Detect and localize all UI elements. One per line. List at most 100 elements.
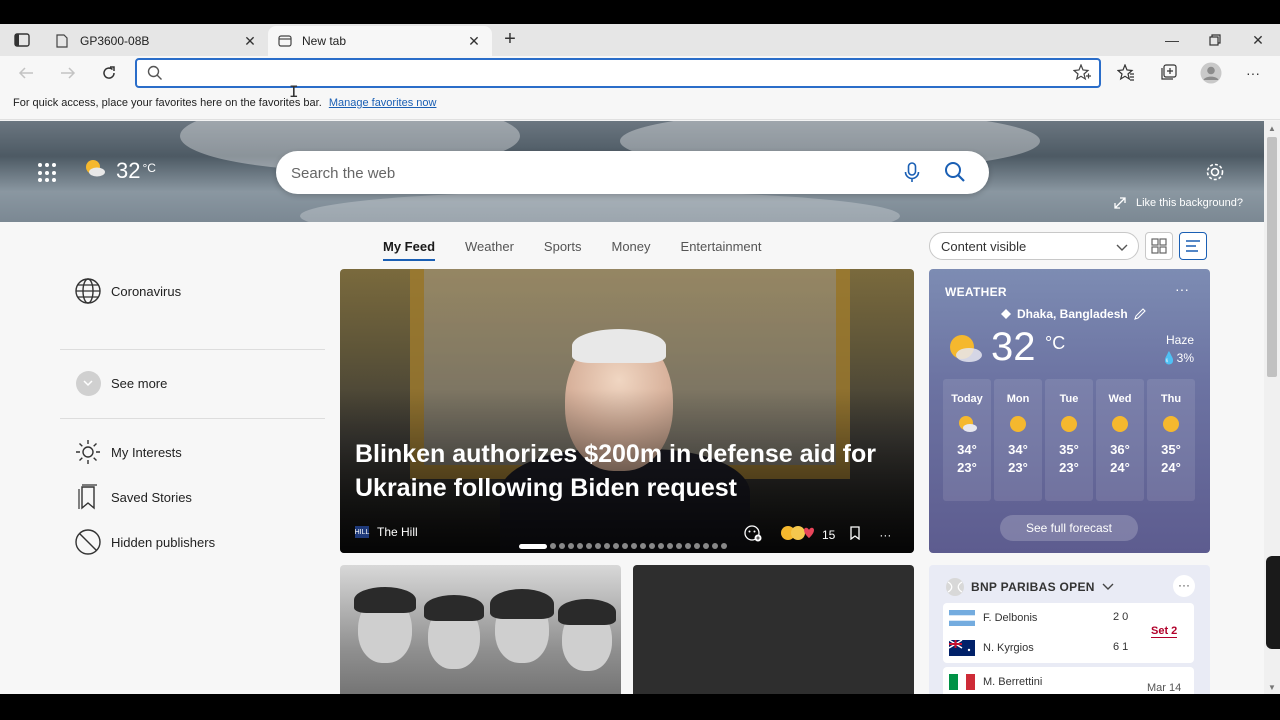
tab-weather[interactable]: Weather: [465, 239, 514, 261]
tab-entertainment[interactable]: Entertainment: [681, 239, 762, 261]
tab-sports[interactable]: Sports: [544, 239, 582, 261]
sidebar-item-hidden-publishers[interactable]: Hidden publishers: [74, 528, 215, 556]
australia-flag-icon: [949, 640, 975, 656]
apps-launcher-button[interactable]: [38, 163, 58, 183]
scroll-up-icon[interactable]: ▲: [1268, 124, 1276, 133]
search-submit-icon[interactable]: [944, 161, 966, 188]
story-headline[interactable]: Blinken authorizes $200m in defense aid …: [355, 437, 895, 505]
story-card[interactable]: [633, 565, 914, 694]
manage-favorites-link[interactable]: Manage favorites now: [329, 97, 437, 109]
like-background-button[interactable]: Like this background?: [1114, 197, 1243, 209]
restore-button[interactable]: [1205, 30, 1225, 50]
content-visibility-dropdown[interactable]: Content visible: [929, 232, 1139, 260]
forecast-high: 35°: [1161, 442, 1181, 457]
sidebar-item-label: Hidden publishers: [111, 534, 216, 550]
see-full-forecast-button[interactable]: See full forecast: [1000, 515, 1138, 541]
carousel-dots[interactable]: [519, 543, 727, 549]
match-status: Set 2: [1151, 625, 1178, 638]
tab-my-feed[interactable]: My Feed: [383, 239, 436, 261]
forecast-day[interactable]: Wed 36° 24°: [1096, 379, 1144, 501]
minimize-button[interactable]: —: [1162, 30, 1182, 50]
web-search-box[interactable]: [276, 151, 989, 194]
refresh-icon: [103, 66, 115, 79]
microphone-icon[interactable]: [904, 162, 920, 189]
story-card[interactable]: [340, 565, 621, 694]
address-bar[interactable]: [135, 58, 1101, 88]
sports-more-button[interactable]: ···: [1173, 575, 1195, 597]
story-source[interactable]: HILL The Hill: [355, 525, 418, 539]
story-more-button[interactable]: ···: [879, 528, 891, 542]
tab-close-button[interactable]: ✕: [242, 33, 258, 50]
forecast-day-label: Thu: [1160, 393, 1182, 405]
hero-weather-widget[interactable]: 32 °C: [84, 158, 156, 184]
match-score[interactable]: M. Berrettini Mar 14: [943, 667, 1194, 694]
scrollbar-thumb[interactable]: [1267, 137, 1277, 377]
sports-card-header[interactable]: BNP PARIBAS OPEN: [945, 577, 1114, 597]
forecast-day[interactable]: Today 34° 23°: [943, 379, 991, 501]
tournament-name: BNP PARIBAS OPEN: [971, 580, 1095, 594]
weather-card[interactable]: WEATHER ··· Dhaka, Bangladesh 32 °C Haze…: [929, 269, 1210, 553]
see-more-icon-wrapper: [74, 369, 102, 397]
tab-new-tab[interactable]: New tab ✕: [268, 26, 492, 56]
browser-window: GP3600-08B ✕ New tab ✕ + — ✕ ··· For qui…: [0, 24, 1280, 694]
forecast-day[interactable]: Thu 35° 24°: [1147, 379, 1195, 501]
grid-icon: [1151, 238, 1167, 254]
tennis-ball-icon: [946, 578, 964, 596]
tab-gp3600[interactable]: GP3600-08B ✕: [46, 26, 268, 56]
address-input[interactable]: [169, 63, 1049, 83]
reactions-icon[interactable]: [780, 525, 818, 544]
favorites-button[interactable]: [1114, 61, 1138, 85]
page-settings-button[interactable]: [1204, 161, 1226, 188]
forecast-low: 24°: [1110, 460, 1130, 475]
new-tab-button[interactable]: +: [499, 29, 521, 51]
profile-button[interactable]: [1199, 61, 1223, 85]
like-background-label: Like this background?: [1136, 197, 1244, 209]
hero-temp-unit: °C: [142, 161, 156, 175]
sidebar-see-more[interactable]: See more: [74, 369, 167, 397]
player-name: F. Delbonis: [983, 612, 1038, 624]
sidebar-item-coronavirus[interactable]: Coronavirus: [74, 277, 181, 305]
page-icon: [56, 34, 70, 48]
tab-money[interactable]: Money: [612, 239, 651, 261]
tab-actions-button[interactable]: [8, 30, 36, 50]
sidebar-item-my-interests[interactable]: My Interests: [74, 438, 182, 466]
partly-sunny-icon: [86, 160, 105, 177]
match-score[interactable]: F. Delbonis 2 0 N. Kyrgios 6 1 Set 2: [943, 603, 1194, 663]
back-button[interactable]: [14, 61, 38, 85]
forward-button[interactable]: [56, 61, 80, 85]
story-actions: 15 ···: [744, 524, 891, 545]
forecast-low: 23°: [1008, 460, 1028, 475]
story-image: [490, 589, 554, 619]
edit-icon[interactable]: [1133, 308, 1146, 320]
sports-scores-card[interactable]: BNP PARIBAS OPEN ··· F. Delbonis 2 0 N. …: [929, 565, 1210, 694]
forecast-high: 36°: [1110, 442, 1130, 457]
player-row: M. Berrettini: [949, 674, 1042, 690]
tab-close-button[interactable]: ✕: [466, 33, 482, 50]
sidebar-item-saved-stories[interactable]: Saved Stories: [74, 483, 192, 511]
forecast-row: Today 34° 23° Mon 34° 23° Tue 35° 23° We…: [943, 379, 1195, 501]
weather-more-button[interactable]: ···: [1175, 281, 1189, 297]
tab-strip: GP3600-08B ✕ New tab ✕ + — ✕: [0, 24, 1280, 56]
top-story-card[interactable]: Blinken authorizes $200m in defense aid …: [340, 269, 914, 553]
forecast-day[interactable]: Mon 34° 23°: [994, 379, 1042, 501]
favorites-bar: For quick access, place your favorites h…: [0, 90, 1280, 120]
scroll-down-icon[interactable]: ▼: [1268, 683, 1276, 692]
forecast-high: 34°: [957, 442, 977, 457]
toolbar: ···: [0, 56, 1280, 90]
grid-layout-button[interactable]: [1145, 232, 1173, 260]
close-window-button[interactable]: ✕: [1248, 30, 1268, 50]
edge-sidebar-handle[interactable]: [1266, 556, 1280, 649]
refresh-button[interactable]: [97, 61, 121, 85]
forecast-day[interactable]: Tue 35° 23°: [1045, 379, 1093, 501]
list-icon: [1186, 240, 1200, 252]
list-layout-button[interactable]: [1179, 232, 1207, 260]
collections-button[interactable]: [1156, 61, 1180, 85]
save-story-icon[interactable]: [849, 526, 861, 543]
settings-and-more-button[interactable]: ···: [1241, 61, 1265, 85]
player-score: 6 1: [1113, 641, 1129, 653]
add-favorite-icon[interactable]: [1072, 63, 1091, 87]
add-reaction-icon[interactable]: [744, 524, 762, 545]
web-search-input[interactable]: [291, 162, 881, 184]
weather-location[interactable]: Dhaka, Bangladesh: [1001, 307, 1146, 321]
sun-icon: [74, 438, 102, 466]
